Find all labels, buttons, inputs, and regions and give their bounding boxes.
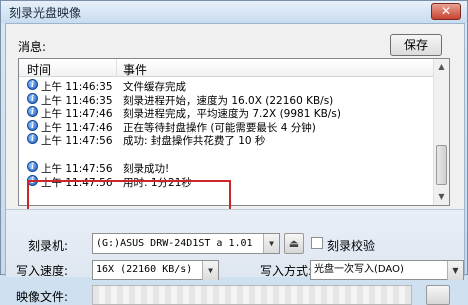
info-icon: i (27, 133, 38, 145)
close-button[interactable]: ✕ (431, 3, 461, 20)
info-icon: i (27, 79, 38, 90)
verify-label[interactable]: 刻录校验 (327, 237, 375, 254)
log-row[interactable]: i 上午 11:47:46 刻录进程完成，平均速度为 7.2X (9981 KB… (19, 105, 434, 120)
save-button[interactable]: 保存 (390, 34, 442, 56)
burner-select[interactable]: (G:)ASUS DRW-24D1ST a 1.01 ▼ (92, 233, 280, 254)
chevron-down-icon[interactable]: ▼ (447, 261, 463, 280)
log-row[interactable]: i 上午 11:47:56 刻录成功! (19, 160, 434, 175)
eject-button[interactable]: ⏏ (284, 233, 304, 254)
image-file-label: 映像文件: (16, 290, 69, 304)
log-time: 上午 11:47:56 (41, 135, 113, 148)
chevron-down-icon[interactable]: ▼ (263, 234, 279, 253)
burner-value: (G:)ASUS DRW-24D1ST a 1.01 (96, 238, 253, 249)
scroll-thumb[interactable] (436, 145, 447, 185)
mode-select[interactable]: 光盘一次写入(DAO) ▼ (310, 260, 464, 280)
speed-select[interactable]: 16X (22160 KB/s) ▼ (92, 260, 219, 280)
burn-image-dialog: 刻录光盘映像 ✕ 消息: 保存 时间 事件 i 上午 11:46:35 文件缓存… (0, 0, 468, 305)
burner-label: 刻录机: (28, 239, 69, 253)
log-row[interactable]: i 上午 11:47:56 成功: 封盘操作共花费了 10 秒 (19, 132, 434, 148)
scroll-up-icon[interactable]: ▲ (434, 59, 449, 75)
eject-icon: ⏏ (288, 237, 300, 250)
column-header-event[interactable]: 事件 (123, 61, 147, 78)
chevron-down-icon[interactable]: ▼ (202, 261, 218, 280)
mode-label: 写入方式: (260, 264, 313, 278)
info-icon: i (27, 160, 38, 172)
info-icon: i (27, 92, 38, 104)
scroll-down-icon[interactable]: ▼ (434, 189, 449, 205)
log-rows: i 上午 11:46:35 文件缓存完成 i 上午 11:46:35 刻录进程开… (19, 78, 434, 189)
burn-settings: 刻录机: (G:)ASUS DRW-24D1ST a 1.01 ▼ ⏏ 刻录校验… (6, 209, 464, 305)
log-row[interactable]: i 上午 11:47:46 正在等待封盘操作 (可能需要最长 4 分钟) (19, 119, 434, 134)
log-header: 时间 事件 (19, 59, 434, 77)
window-title: 刻录光盘映像 (9, 6, 82, 20)
verify-checkbox[interactable] (311, 237, 323, 249)
message-log[interactable]: 时间 事件 i 上午 11:46:35 文件缓存完成 i 上午 11:46:35… (18, 58, 450, 218)
image-file-field[interactable] (92, 285, 412, 305)
log-row[interactable]: i 上午 11:46:35 刻录进程开始，速度为 16.0X (22160 KB… (19, 92, 434, 107)
dialog-body: 消息: 保存 时间 事件 i 上午 11:46:35 文件缓存完成 i 上午 1… (5, 23, 465, 305)
column-divider[interactable] (116, 59, 117, 77)
mode-value: 光盘一次写入(DAO) (314, 264, 404, 275)
column-header-time[interactable]: 时间 (27, 61, 51, 78)
messages-label: 消息: (18, 40, 47, 54)
info-icon: i (27, 106, 38, 118)
title-bar: 刻录光盘映像 ✕ (1, 1, 467, 23)
speed-value: 16X (22160 KB/s) (96, 264, 193, 275)
close-icon: ✕ (440, 4, 452, 18)
log-event: 成功: 封盘操作共花费了 10 秒 (123, 135, 266, 148)
speed-label: 写入速度: (16, 264, 69, 278)
browse-button[interactable] (426, 285, 450, 305)
log-row[interactable]: i 上午 11:46:35 文件缓存完成 (19, 78, 434, 93)
log-scrollbar[interactable]: ▲ ▼ (433, 59, 449, 205)
info-icon: i (27, 119, 38, 131)
